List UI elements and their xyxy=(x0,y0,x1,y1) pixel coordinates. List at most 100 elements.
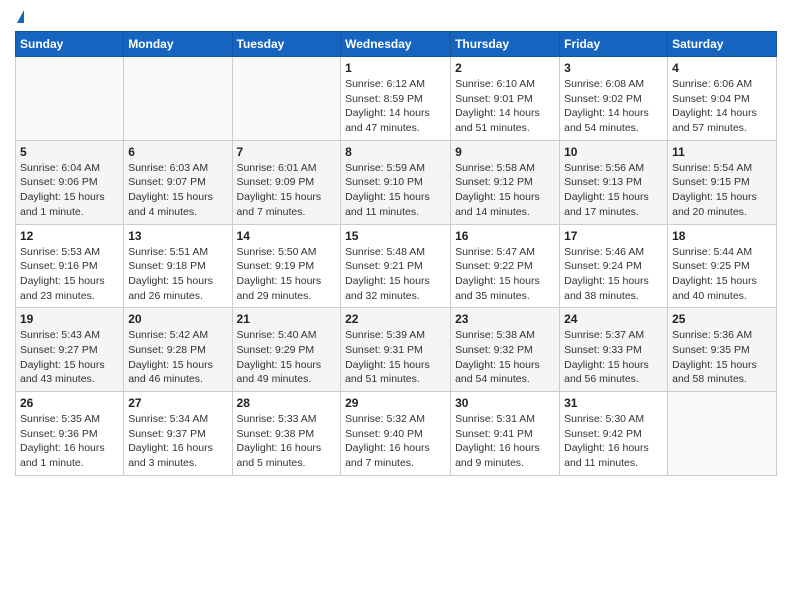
day-info: Sunrise: 5:58 AMSunset: 9:12 PMDaylight:… xyxy=(455,161,555,220)
day-number: 3 xyxy=(564,61,663,75)
day-number: 4 xyxy=(672,61,772,75)
day-number: 16 xyxy=(455,229,555,243)
day-header-friday: Friday xyxy=(560,32,668,57)
day-info: Sunrise: 5:59 AMSunset: 9:10 PMDaylight:… xyxy=(345,161,446,220)
day-number: 11 xyxy=(672,145,772,159)
calendar-cell: 8 Sunrise: 5:59 AMSunset: 9:10 PMDaylight… xyxy=(341,140,451,224)
day-number: 12 xyxy=(20,229,119,243)
calendar-cell: 28Sunrise: 5:33 AMSunset: 9:38 PMDayligh… xyxy=(232,392,341,476)
day-info: Sunrise: 5:51 AMSunset: 9:18 PMDaylight:… xyxy=(128,245,227,304)
day-info: Sunrise: 6:06 AMSunset: 9:04 PMDaylight:… xyxy=(672,77,772,136)
week-row-4: 19Sunrise: 5:43 AMSunset: 9:27 PMDayligh… xyxy=(16,308,777,392)
logo xyxy=(15,10,24,23)
day-info: Sunrise: 6:04 AMSunset: 9:06 PMDaylight:… xyxy=(20,161,119,220)
day-info: Sunrise: 5:42 AMSunset: 9:28 PMDaylight:… xyxy=(128,328,227,387)
day-number: 1 xyxy=(345,61,446,75)
day-number: 30 xyxy=(455,396,555,410)
calendar-cell: 27 Sunrise: 5:34 AMSunset: 9:37 PMDayligh… xyxy=(124,392,232,476)
day-number: 25 xyxy=(672,312,772,326)
day-info: Sunrise: 5:44 AMSunset: 9:25 PMDaylight:… xyxy=(672,245,772,304)
calendar-cell: 5 Sunrise: 6:04 AMSunset: 9:06 PMDaylight… xyxy=(16,140,124,224)
calendar-cell: 4 Sunrise: 6:06 AMSunset: 9:04 PMDaylight… xyxy=(668,57,777,141)
day-info: Sunrise: 5:34 AMSunset: 9:37 PMDaylight:… xyxy=(128,412,227,471)
calendar-cell: 11 Sunrise: 5:54 AMSunset: 9:15 PMDayligh… xyxy=(668,140,777,224)
calendar-cell: 14 Sunrise: 5:50 AMSunset: 9:19 PMDayligh… xyxy=(232,224,341,308)
calendar-cell: 1 Sunrise: 6:12 AMSunset: 8:59 PMDaylight… xyxy=(341,57,451,141)
calendar-cell: 18 Sunrise: 5:44 AMSunset: 9:25 PMDayligh… xyxy=(668,224,777,308)
day-info: Sunrise: 5:46 AMSunset: 9:24 PMDaylight:… xyxy=(564,245,663,304)
page-header xyxy=(15,10,777,23)
calendar-cell: 23 Sunrise: 5:38 AMSunset: 9:32 PMDayligh… xyxy=(451,308,560,392)
day-info: Sunrise: 6:10 AMSunset: 9:01 PMDaylight:… xyxy=(455,77,555,136)
day-info: Sunrise: 5:54 AMSunset: 9:15 PMDaylight:… xyxy=(672,161,772,220)
day-header-monday: Monday xyxy=(124,32,232,57)
calendar-cell: 19Sunrise: 5:43 AMSunset: 9:27 PMDayligh… xyxy=(16,308,124,392)
calendar-cell: 16 Sunrise: 5:47 AMSunset: 9:22 PMDayligh… xyxy=(451,224,560,308)
day-info: Sunrise: 5:56 AMSunset: 9:13 PMDaylight:… xyxy=(564,161,663,220)
day-number: 13 xyxy=(128,229,227,243)
day-number: 22 xyxy=(345,312,446,326)
week-row-5: 26 Sunrise: 5:35 AMSunset: 9:36 PMDayligh… xyxy=(16,392,777,476)
calendar-cell xyxy=(16,57,124,141)
day-number: 18 xyxy=(672,229,772,243)
day-header-sunday: Sunday xyxy=(16,32,124,57)
day-header-tuesday: Tuesday xyxy=(232,32,341,57)
calendar-cell: 17 Sunrise: 5:46 AMSunset: 9:24 PMDayligh… xyxy=(560,224,668,308)
day-number: 2 xyxy=(455,61,555,75)
day-info: Sunrise: 5:37 AMSunset: 9:33 PMDaylight:… xyxy=(564,328,663,387)
day-info: Sunrise: 5:36 AMSunset: 9:35 PMDaylight:… xyxy=(672,328,772,387)
day-header-saturday: Saturday xyxy=(668,32,777,57)
day-info: Sunrise: 5:30 AMSunset: 9:42 PMDaylight:… xyxy=(564,412,663,471)
day-info: Sunrise: 5:53 AMSunset: 9:16 PMDaylight:… xyxy=(20,245,119,304)
logo-triangle-icon xyxy=(17,10,24,23)
day-info: Sunrise: 6:12 AMSunset: 8:59 PMDaylight:… xyxy=(345,77,446,136)
day-number: 29 xyxy=(345,396,446,410)
day-number: 15 xyxy=(345,229,446,243)
calendar-cell: 15 Sunrise: 5:48 AMSunset: 9:21 PMDayligh… xyxy=(341,224,451,308)
day-info: Sunrise: 5:35 AMSunset: 9:36 PMDaylight:… xyxy=(20,412,119,471)
day-number: 8 xyxy=(345,145,446,159)
calendar-cell: 24 Sunrise: 5:37 AMSunset: 9:33 PMDayligh… xyxy=(560,308,668,392)
day-number: 7 xyxy=(237,145,337,159)
calendar-cell: 13 Sunrise: 5:51 AMSunset: 9:18 PMDayligh… xyxy=(124,224,232,308)
day-number: 6 xyxy=(128,145,227,159)
day-header-thursday: Thursday xyxy=(451,32,560,57)
day-info: Sunrise: 6:08 AMSunset: 9:02 PMDaylight:… xyxy=(564,77,663,136)
calendar-cell: 12 Sunrise: 5:53 AMSunset: 9:16 PMDayligh… xyxy=(16,224,124,308)
calendar-cell: 20 Sunrise: 5:42 AMSunset: 9:28 PMDayligh… xyxy=(124,308,232,392)
day-number: 23 xyxy=(455,312,555,326)
day-number: 27 xyxy=(128,396,227,410)
calendar-header: SundayMondayTuesdayWednesdayThursdayFrid… xyxy=(16,32,777,57)
day-number: 14 xyxy=(237,229,337,243)
calendar-cell: 6Sunrise: 6:03 AMSunset: 9:07 PMDaylight… xyxy=(124,140,232,224)
day-number: 26 xyxy=(20,396,119,410)
calendar-cell xyxy=(232,57,341,141)
calendar-table: SundayMondayTuesdayWednesdayThursdayFrid… xyxy=(15,31,777,476)
day-info: Sunrise: 5:39 AMSunset: 9:31 PMDaylight:… xyxy=(345,328,446,387)
calendar-cell: 9 Sunrise: 5:58 AMSunset: 9:12 PMDaylight… xyxy=(451,140,560,224)
calendar-cell: 21 Sunrise: 5:40 AMSunset: 9:29 PMDayligh… xyxy=(232,308,341,392)
calendar-body: 1 Sunrise: 6:12 AMSunset: 8:59 PMDaylight… xyxy=(16,57,777,476)
calendar-cell: 10Sunrise: 5:56 AMSunset: 9:13 PMDayligh… xyxy=(560,140,668,224)
calendar-cell: 31Sunrise: 5:30 AMSunset: 9:42 PMDayligh… xyxy=(560,392,668,476)
day-number: 20 xyxy=(128,312,227,326)
calendar-cell: 22 Sunrise: 5:39 AMSunset: 9:31 PMDayligh… xyxy=(341,308,451,392)
day-info: Sunrise: 5:47 AMSunset: 9:22 PMDaylight:… xyxy=(455,245,555,304)
day-number: 28 xyxy=(237,396,337,410)
calendar-cell xyxy=(668,392,777,476)
day-number: 24 xyxy=(564,312,663,326)
day-info: Sunrise: 6:01 AMSunset: 9:09 PMDaylight:… xyxy=(237,161,337,220)
day-info: Sunrise: 5:48 AMSunset: 9:21 PMDaylight:… xyxy=(345,245,446,304)
day-number: 5 xyxy=(20,145,119,159)
day-info: Sunrise: 5:32 AMSunset: 9:40 PMDaylight:… xyxy=(345,412,446,471)
day-number: 17 xyxy=(564,229,663,243)
day-number: 21 xyxy=(237,312,337,326)
day-info: Sunrise: 5:40 AMSunset: 9:29 PMDaylight:… xyxy=(237,328,337,387)
day-info: Sunrise: 5:50 AMSunset: 9:19 PMDaylight:… xyxy=(237,245,337,304)
day-header-wednesday: Wednesday xyxy=(341,32,451,57)
day-number: 9 xyxy=(455,145,555,159)
week-row-3: 12 Sunrise: 5:53 AMSunset: 9:16 PMDayligh… xyxy=(16,224,777,308)
day-info: Sunrise: 5:38 AMSunset: 9:32 PMDaylight:… xyxy=(455,328,555,387)
calendar-cell: 25 Sunrise: 5:36 AMSunset: 9:35 PMDayligh… xyxy=(668,308,777,392)
days-of-week-row: SundayMondayTuesdayWednesdayThursdayFrid… xyxy=(16,32,777,57)
